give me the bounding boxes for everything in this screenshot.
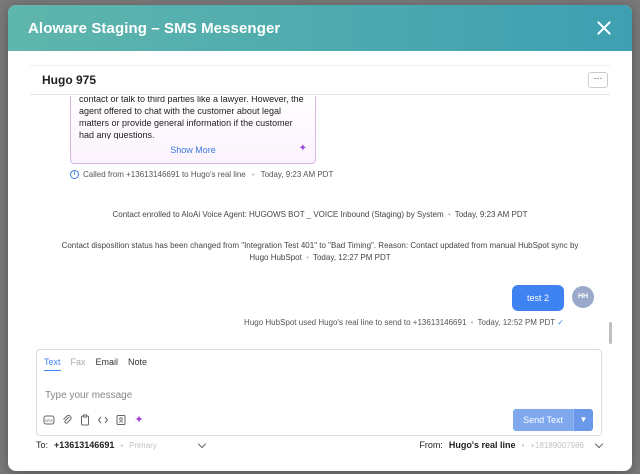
composer-footer: To: +13613146691 • Primary From: Hugo's … bbox=[36, 439, 604, 456]
separator-dot: • bbox=[521, 440, 525, 450]
system-event-time: Today, 9:23 AM PDT bbox=[454, 210, 528, 219]
composer-toolbar: sms ✦ bbox=[43, 414, 145, 426]
sent-info-time: Today, 12:52 PM PDT bbox=[477, 318, 556, 327]
contact-name: Hugo 975 bbox=[42, 73, 97, 87]
contact-card-icon[interactable] bbox=[115, 414, 127, 426]
ai-sparkle-icon[interactable]: ✦ bbox=[133, 414, 145, 426]
clipboard-icon[interactable] bbox=[79, 414, 91, 426]
show-more-link[interactable]: Show More bbox=[71, 144, 315, 156]
system-event: Contact enrolled to AloAi Voice Agent: H… bbox=[30, 209, 610, 221]
ai-summary-card: contact or talk to third parties like a … bbox=[70, 96, 316, 164]
message-composer: Text Fax Email Note sms ✦ Send bbox=[36, 349, 602, 436]
more-options-button[interactable]: ··· bbox=[588, 72, 608, 88]
system-event-time: Today, 12:27 PM PDT bbox=[312, 253, 391, 262]
tab-note[interactable]: Note bbox=[128, 357, 147, 371]
composer-tabs: Text Fax Email Note bbox=[44, 357, 147, 371]
call-info-text: Called from +13613146691 to Hugo's real … bbox=[83, 170, 246, 179]
info-icon: i bbox=[70, 170, 79, 179]
close-icon[interactable] bbox=[596, 20, 612, 36]
sent-info-text: Hugo HubSpot used Hugo's real line to se… bbox=[244, 318, 467, 327]
message-thread[interactable]: contact or talk to third parties like a … bbox=[30, 96, 610, 336]
from-number: +18189007986 bbox=[530, 440, 584, 450]
to-selector[interactable]: To: +13613146691 • Primary bbox=[36, 439, 206, 450]
modal-header: Aloware Staging – SMS Messenger bbox=[8, 5, 632, 51]
from-line: Hugo's real line bbox=[448, 440, 516, 450]
sms-messenger-modal: Aloware Staging – SMS Messenger Hugo 975… bbox=[8, 5, 632, 471]
summary-text: contact or talk to third parties like a … bbox=[79, 96, 304, 139]
send-text-label[interactable]: Send Text bbox=[513, 409, 573, 431]
avatar: HH bbox=[572, 286, 594, 308]
system-event: Contact disposition status has been chan… bbox=[52, 240, 588, 264]
tab-text[interactable]: Text bbox=[44, 357, 61, 371]
separator-dot: • bbox=[306, 253, 309, 262]
thread-scrollbar[interactable] bbox=[609, 322, 612, 344]
separator-dot: • bbox=[447, 210, 451, 219]
tab-email[interactable]: Email bbox=[96, 357, 119, 371]
separator-dot: • bbox=[251, 170, 255, 179]
separator-dot: • bbox=[120, 440, 124, 450]
to-label: To: bbox=[36, 440, 49, 450]
from-label: From: bbox=[419, 440, 443, 450]
send-options-chevron-icon[interactable]: ▼ bbox=[573, 409, 593, 431]
sent-message-info: Hugo HubSpot used Hugo's real line to se… bbox=[244, 318, 564, 327]
tab-fax[interactable]: Fax bbox=[71, 357, 86, 371]
chevron-down-icon[interactable] bbox=[197, 439, 206, 448]
message-input[interactable] bbox=[45, 390, 445, 401]
system-event-text: Contact enrolled to AloAi Voice Agent: H… bbox=[112, 210, 444, 219]
call-info-time: Today, 9:23 AM PDT bbox=[260, 170, 334, 179]
sent-message-bubble: test 2 bbox=[512, 285, 564, 311]
call-info: i Called from +13613146691 to Hugo's rea… bbox=[70, 170, 333, 179]
separator-dot: • bbox=[470, 318, 474, 327]
from-selector[interactable]: From: Hugo's real line • +18189007986 bbox=[419, 439, 604, 450]
contact-bar: Hugo 975 ··· bbox=[30, 65, 610, 95]
delivered-check-icon: ✓ bbox=[557, 318, 564, 327]
chevron-down-icon[interactable] bbox=[594, 439, 604, 448]
send-text-button[interactable]: Send Text ▼ bbox=[513, 409, 593, 431]
to-number: +13613146691 bbox=[54, 440, 115, 450]
to-tag: Primary bbox=[129, 440, 157, 450]
attachment-icon[interactable] bbox=[61, 414, 73, 426]
modal-title: Aloware Staging – SMS Messenger bbox=[28, 19, 281, 37]
code-variable-icon[interactable] bbox=[97, 414, 109, 426]
svg-text:sms: sms bbox=[45, 418, 53, 423]
sms-template-icon[interactable]: sms bbox=[43, 414, 55, 426]
sparkle-icon: ✦ bbox=[298, 143, 307, 154]
